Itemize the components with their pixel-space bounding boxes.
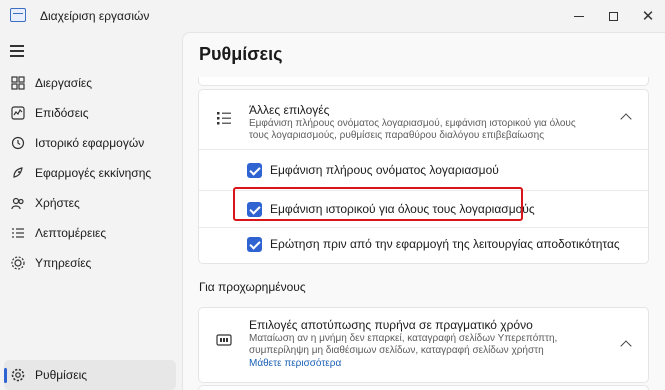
close-icon: ✕ [641, 8, 655, 25]
next-card-top [198, 385, 649, 390]
users-icon [10, 195, 26, 211]
checkbox-checked-icon[interactable] [247, 236, 262, 252]
divider [199, 227, 648, 228]
services-icon [10, 255, 26, 271]
checkbox-label: Εμφάνιση πλήρους ονόματος λογαριασμού [270, 163, 499, 177]
sidebar-item-label: Εφαρμογές εκκίνησης [35, 166, 152, 180]
previous-card-bottom [198, 77, 649, 86]
learn-more-link[interactable]: Μάθετε περισσότερα [249, 358, 341, 369]
sidebar-item-settings[interactable]: Ρυθμίσεις [4, 360, 176, 390]
title-bar: Διαχείριση εργασιών ✕ [0, 0, 665, 32]
hamburger-icon-line [10, 55, 24, 57]
other-options-title: Άλλες επιλογές [249, 103, 330, 117]
sidebar-item-label: Χρήστες [35, 196, 80, 210]
other-options-description: Εμφάνιση πλήρους ονόματος λογαριασμού, ε… [249, 118, 576, 141]
sidebar-item-label: Λεπτομέρειες [35, 226, 107, 240]
sidebar-item-processes[interactable]: Διεργασίες [4, 68, 176, 98]
kernel-dump-options-card[interactable]: Επιλογές αποτύπωσης πυρήνα σε πραγματικό… [198, 307, 649, 383]
sidebar-item-label: Ρυθμίσεις [35, 368, 88, 382]
window-title: Διαχείριση εργασιών [40, 9, 150, 23]
sidebar-item-services[interactable]: Υπηρεσίες [4, 248, 176, 278]
kernel-dump-description: Ματαίωση αν η μνήμη δεν επαρκεί, καταγρα… [249, 333, 558, 356]
page-title: Ρυθμίσεις [199, 44, 283, 64]
performance-icon [10, 105, 26, 121]
sidebar-item-label: Επιδόσεις [35, 106, 89, 120]
hamburger-icon [10, 45, 24, 47]
settings-page: Ρυθμίσεις Άλλες επιλογές Εμφάνιση πλήρου… [182, 32, 665, 390]
chevron-up-icon[interactable] [620, 340, 632, 352]
sidebar-item-label: Διεργασίες [35, 76, 92, 90]
checkbox-ask-before-efficiency-mode[interactable]: Ερώτηση πριν από την εφαρμογή της λειτου… [247, 234, 620, 254]
advanced-section-label: Για προχωρημένους [199, 280, 306, 294]
kernel-dump-title: Επιλογές αποτύπωσης πυρήνα σε πραγματικό… [249, 318, 533, 332]
sidebar-item-details[interactable]: Λεπτομέρειες [4, 218, 176, 248]
processes-icon [10, 75, 26, 91]
sidebar-item-startup-apps[interactable]: Εφαρμογές εκκίνησης [4, 158, 176, 188]
sidebar-item-app-history[interactable]: Ιστορικό εφαρμογών [4, 128, 176, 158]
checkbox-show-full-account-name[interactable]: Εμφάνιση πλήρους ονόματος λογαριασμού [247, 160, 499, 180]
list-options-icon [216, 110, 232, 126]
other-options-card: Άλλες επιλογές Εμφάνιση πλήρους ονόματος… [198, 89, 649, 264]
sidebar-item-performance[interactable]: Επιδόσεις [4, 98, 176, 128]
startup-icon [10, 165, 26, 181]
memory-chip-icon [216, 333, 232, 347]
history-icon [10, 135, 26, 151]
details-icon [10, 225, 26, 241]
settings-icon [10, 367, 26, 383]
sidebar-item-users[interactable]: Χρήστες [4, 188, 176, 218]
checkbox-label: Ερώτηση πριν από την εφαρμογή της λειτου… [270, 237, 620, 251]
checkbox-checked-icon[interactable] [247, 162, 262, 178]
other-options-header[interactable]: Άλλες επιλογές Εμφάνιση πλήρους ονόματος… [199, 90, 648, 150]
highlight-box [233, 187, 523, 221]
task-manager-icon [10, 8, 26, 22]
hamburger-menu-button[interactable] [10, 45, 24, 57]
maximize-icon [608, 11, 618, 21]
hamburger-icon-line [10, 50, 24, 52]
sidebar-item-label: Υπηρεσίες [35, 256, 92, 270]
sidebar-item-label: Ιστορικό εφαρμογών [35, 136, 145, 150]
close-button[interactable]: ✕ [625, 0, 665, 32]
chevron-up-icon[interactable] [620, 113, 632, 125]
minimize-icon [574, 15, 584, 17]
